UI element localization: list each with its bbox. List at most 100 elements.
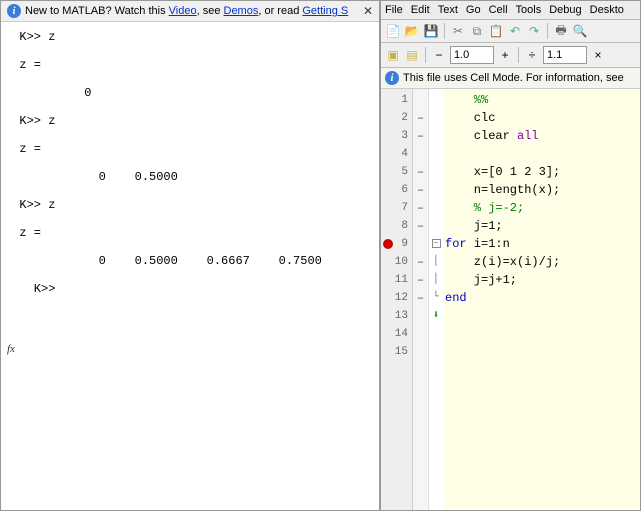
code-line bbox=[445, 325, 640, 343]
run-cell-icon[interactable]: ▣ bbox=[385, 47, 401, 63]
menu-text[interactable]: Text bbox=[438, 4, 458, 16]
code-line bbox=[445, 145, 640, 163]
exec-mark bbox=[413, 325, 428, 343]
code-line: j=j+1; bbox=[445, 271, 640, 289]
menu-cell[interactable]: Cell bbox=[489, 4, 508, 16]
toolbar-separator bbox=[444, 23, 445, 39]
cell-mode-info-bar: i This file uses Cell Mode. For informat… bbox=[381, 68, 640, 89]
code-line: j=1; bbox=[445, 217, 640, 235]
exec-mark: – bbox=[413, 253, 428, 271]
exec-mark bbox=[413, 307, 428, 325]
line-number: 12 bbox=[381, 289, 412, 307]
line-number: 1 bbox=[381, 91, 412, 109]
demos-link[interactable]: Demos bbox=[224, 5, 259, 17]
exec-mark: – bbox=[413, 163, 428, 181]
line-number[interactable]: 9 bbox=[381, 235, 412, 253]
getting-started-link[interactable]: Getting S bbox=[302, 5, 348, 17]
menu-edit[interactable]: Edit bbox=[411, 4, 430, 16]
exec-mark: – bbox=[413, 289, 428, 307]
code-line: z(i)=x(i)/j; bbox=[445, 253, 640, 271]
code-editor[interactable]: 1 2 3 4 5 6 7 8 9 10 11 12 13 14 15 – – bbox=[381, 89, 640, 510]
breakpoint-icon[interactable] bbox=[383, 239, 393, 249]
paste-icon[interactable]: 📋 bbox=[488, 23, 504, 39]
info-text: New to MATLAB? Watch this Video, see Dem… bbox=[25, 5, 348, 17]
increment-icon[interactable]: + bbox=[497, 47, 513, 63]
multiply-icon[interactable]: × bbox=[590, 47, 606, 63]
line-number: 7 bbox=[381, 199, 412, 217]
line-number: 15 bbox=[381, 343, 412, 361]
fold-guide: │ bbox=[429, 271, 443, 289]
exec-mark bbox=[413, 145, 428, 163]
exec-mark: – bbox=[413, 109, 428, 127]
left-info-bar: i New to MATLAB? Watch this Video, see D… bbox=[1, 1, 379, 22]
cell-toolbar: ▣ ▤ − + ÷ × bbox=[381, 43, 640, 68]
new-file-icon[interactable]: 📄 bbox=[385, 23, 401, 39]
menu-desktop[interactable]: Deskto bbox=[590, 4, 624, 16]
info-prefix: New to MATLAB? Watch this bbox=[25, 5, 169, 17]
code-line: %% bbox=[445, 91, 640, 109]
code-line: % j=-2; bbox=[445, 199, 640, 217]
cell-info-text: This file uses Cell Mode. For informatio… bbox=[403, 72, 624, 84]
exec-mark bbox=[413, 343, 428, 361]
open-icon[interactable]: 📂 bbox=[404, 23, 420, 39]
menu-go[interactable]: Go bbox=[466, 4, 481, 16]
code-line: end bbox=[445, 289, 640, 307]
code-line: clc bbox=[445, 109, 640, 127]
copy-icon[interactable]: ⧉ bbox=[469, 23, 485, 39]
code-fold-column: − │ │ └ ⬇ bbox=[429, 89, 443, 510]
command-output: K>> z z = 0 K>> z z = 0 0.5000 K>> z z =… bbox=[5, 30, 322, 296]
command-window-pane: i New to MATLAB? Watch this Video, see D… bbox=[0, 0, 380, 511]
toolbar-separator bbox=[425, 47, 426, 63]
line-number: 14 bbox=[381, 325, 412, 343]
save-icon[interactable]: 💾 bbox=[423, 23, 439, 39]
find-icon[interactable]: 🔍 bbox=[572, 23, 588, 39]
line-number: 6 bbox=[381, 181, 412, 199]
divide-icon[interactable]: ÷ bbox=[524, 47, 540, 63]
exec-mark: – bbox=[413, 199, 428, 217]
undo-icon[interactable]: ↶ bbox=[507, 23, 523, 39]
increment-value-input[interactable] bbox=[450, 46, 494, 64]
code-line: x=[0 1 2 3]; bbox=[445, 163, 640, 181]
decrement-icon[interactable]: − bbox=[431, 47, 447, 63]
code-area[interactable]: %% clc clear all x=[0 1 2 3]; n=length(x… bbox=[443, 89, 640, 510]
line-number: 3 bbox=[381, 127, 412, 145]
menu-tools[interactable]: Tools bbox=[516, 4, 542, 16]
print-icon[interactable]: 🖶 bbox=[553, 23, 569, 39]
step-arrow-icon: ⬇ bbox=[429, 307, 443, 325]
code-line bbox=[445, 343, 640, 361]
menu-debug[interactable]: Debug bbox=[549, 4, 581, 16]
line-number: 10 bbox=[381, 253, 412, 271]
line-number: 13 bbox=[381, 307, 412, 325]
line-number-gutter: 1 2 3 4 5 6 7 8 9 10 11 12 13 14 15 bbox=[381, 89, 413, 510]
command-window[interactable]: K>> z z = 0 K>> z z = 0 0.5000 K>> z z =… bbox=[1, 22, 379, 510]
line-number: 11 bbox=[381, 271, 412, 289]
code-line: n=length(x); bbox=[445, 181, 640, 199]
toolbar-separator bbox=[547, 23, 548, 39]
cut-icon[interactable]: ✂ bbox=[450, 23, 466, 39]
fx-icon[interactable]: fx bbox=[7, 343, 15, 355]
exec-mark: – bbox=[413, 217, 428, 235]
exec-mark: – bbox=[413, 127, 428, 145]
code-line bbox=[445, 307, 640, 325]
fold-toggle[interactable]: − bbox=[429, 235, 443, 253]
close-icon[interactable]: ✕ bbox=[363, 4, 373, 18]
info-icon: i bbox=[7, 4, 21, 18]
exec-mark bbox=[413, 91, 428, 109]
run-cell-advance-icon[interactable]: ▤ bbox=[404, 47, 420, 63]
info-sep1: , see bbox=[197, 5, 224, 17]
video-link[interactable]: Video bbox=[169, 5, 197, 17]
multiply-value-input[interactable] bbox=[543, 46, 587, 64]
redo-icon[interactable]: ↷ bbox=[526, 23, 542, 39]
exec-mark: – bbox=[413, 181, 428, 199]
menu-file[interactable]: File bbox=[385, 4, 403, 16]
menu-bar: File Edit Text Go Cell Tools Debug Deskt… bbox=[381, 1, 640, 20]
editor-pane: File Edit Text Go Cell Tools Debug Deskt… bbox=[380, 0, 641, 511]
line-number: 2 bbox=[381, 109, 412, 127]
line-number: 5 bbox=[381, 163, 412, 181]
code-line: clear all bbox=[445, 127, 640, 145]
info-icon: i bbox=[385, 71, 399, 85]
exec-mark bbox=[413, 235, 428, 253]
fold-end: └ bbox=[429, 289, 443, 307]
exec-mark: – bbox=[413, 271, 428, 289]
executable-mark-column: – – – – – – – – – bbox=[413, 89, 429, 510]
